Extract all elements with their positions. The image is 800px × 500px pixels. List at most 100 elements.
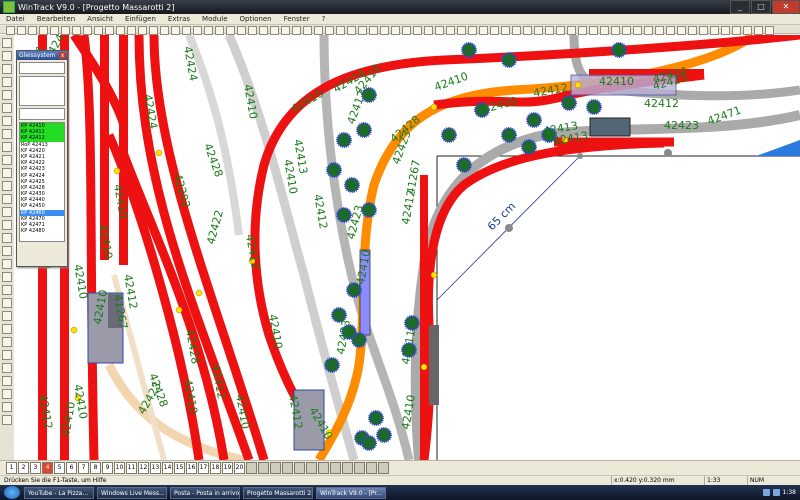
toolbar-tool-icon[interactable] [237,26,246,35]
toolbar-tool-icon[interactable] [215,26,224,35]
left-tool-icon[interactable] [2,298,12,308]
close-button[interactable]: ✕ [772,0,800,14]
toolbar-tool-icon[interactable] [534,26,543,35]
left-tool-icon[interactable] [2,116,12,126]
palette-track-list[interactable]: KP 42410 KP 42411 KP 42412 RoP 42413 KP 4242… [19,122,65,242]
layer-button[interactable]: 12 [138,462,149,474]
layer-toggle-icon[interactable] [258,462,269,474]
layer-button[interactable]: 18 [210,462,221,474]
left-tool-icon[interactable] [2,324,12,334]
layer-button[interactable]: 13 [150,462,161,474]
left-tool-icon[interactable] [2,246,12,256]
layer-toggle-icon[interactable] [294,462,305,474]
layer-button[interactable]: 20 [234,462,245,474]
left-tool-icon[interactable] [2,90,12,100]
toolbar-tool-icon[interactable] [424,26,433,35]
toolbar-tool-icon[interactable] [688,26,697,35]
layer-button[interactable]: 2 [18,462,29,474]
left-tool-icon[interactable] [2,376,12,386]
network-icon[interactable] [762,489,770,496]
toolbar-tool-icon[interactable] [677,26,686,35]
toolbar-tool-icon[interactable] [380,26,389,35]
toolbar-tool-icon[interactable] [589,26,598,35]
toolbar-tool-icon[interactable] [336,26,345,35]
layer-button[interactable]: 19 [222,462,233,474]
toolbar-tool-icon[interactable] [116,26,125,35]
layer-toggle-icon[interactable] [306,462,317,474]
toolbar-tool-icon[interactable] [292,26,301,35]
layer-button[interactable]: 4 [42,462,53,474]
toolbar-tool-icon[interactable] [622,26,631,35]
toolbar-tool-icon[interactable] [17,26,26,35]
left-tool-icon[interactable] [2,259,12,269]
left-tool-icon[interactable] [2,233,12,243]
layer-button[interactable]: 14 [162,462,173,474]
toolbar-tool-icon[interactable] [666,26,675,35]
left-tool-icon[interactable] [2,129,12,139]
menu-extras[interactable]: Extras [162,14,196,24]
toolbar-tool-icon[interactable] [402,26,411,35]
toolbar-tool-icon[interactable] [479,26,488,35]
toolbar-tool-icon[interactable] [160,26,169,35]
layer-button[interactable]: 11 [126,462,137,474]
toolbar-tool-icon[interactable] [446,26,455,35]
taskbar-item[interactable]: YouTube - La Pizza... [24,486,94,499]
toolbar-tool-icon[interactable] [226,26,235,35]
toolbar-tool-icon[interactable] [413,26,422,35]
toolbar-tool-icon[interactable] [710,26,719,35]
toolbar-tool-icon[interactable] [545,26,554,35]
toolbar-tool-icon[interactable] [523,26,532,35]
layer-button[interactable]: 17 [198,462,209,474]
toolbar-tool-icon[interactable] [765,26,774,35]
layer-toggle-icon[interactable] [246,462,257,474]
toolbar-tool-icon[interactable] [127,26,136,35]
toolbar-tool-icon[interactable] [567,26,576,35]
toolbar-tool-icon[interactable] [435,26,444,35]
menu-window[interactable]: Fenster [278,14,316,24]
layer-toggle-icon[interactable] [366,462,377,474]
volume-icon[interactable] [772,489,780,496]
taskbar-item[interactable]: Progetto Massarotti 2... [243,486,313,499]
toolbar-tool-icon[interactable] [94,26,103,35]
layer-button[interactable]: 8 [90,462,101,474]
maximize-button[interactable]: □ [751,0,771,14]
layer-toggle-icon[interactable] [330,462,341,474]
toolbar-tool-icon[interactable] [193,26,202,35]
toolbar-tool-icon[interactable] [347,26,356,35]
layer-toggle-icon[interactable] [354,462,365,474]
layer-toggle-icon[interactable] [378,462,389,474]
toolbar-tool-icon[interactable] [369,26,378,35]
toolbar-tool-icon[interactable] [490,26,499,35]
layer-button[interactable]: 10 [114,462,125,474]
palette-close-button[interactable]: x [59,52,66,59]
toolbar-tool-icon[interactable] [270,26,279,35]
toolbar-tool-icon[interactable] [39,26,48,35]
left-tool-icon[interactable] [2,311,12,321]
toolbar-tool-icon[interactable] [105,26,114,35]
toolbar-tool-icon[interactable] [83,26,92,35]
left-tool-icon[interactable] [2,389,12,399]
track-palette-window[interactable]: Gleissystem x KP 42410 KP 42411 KP 42412 Ro… [16,50,68,267]
menu-edit[interactable]: Bearbeiten [31,14,81,24]
menu-insert[interactable]: Einfügen [119,14,162,24]
layer-button[interactable]: 15 [174,462,185,474]
left-tool-icon[interactable] [2,103,12,113]
toolbar-tool-icon[interactable] [457,26,466,35]
toolbar-tool-icon[interactable] [61,26,70,35]
toolbar-tool-icon[interactable] [248,26,257,35]
palette-system-select[interactable] [19,62,65,74]
left-tool-icon[interactable] [2,77,12,87]
menu-options[interactable]: Optionen [234,14,278,24]
toolbar-tool-icon[interactable] [149,26,158,35]
left-tool-icon[interactable] [2,194,12,204]
layer-button[interactable]: 16 [186,462,197,474]
toolbar-tool-icon[interactable] [204,26,213,35]
layer-button[interactable]: 3 [30,462,41,474]
left-tool-icon[interactable] [2,272,12,282]
toolbar-tool-icon[interactable] [468,26,477,35]
layer-toggle-icon[interactable] [342,462,353,474]
layer-toggle-icon[interactable] [282,462,293,474]
left-tool-icon[interactable] [2,337,12,347]
menu-file[interactable]: Datei [0,14,31,24]
toolbar-tool-icon[interactable] [72,26,81,35]
